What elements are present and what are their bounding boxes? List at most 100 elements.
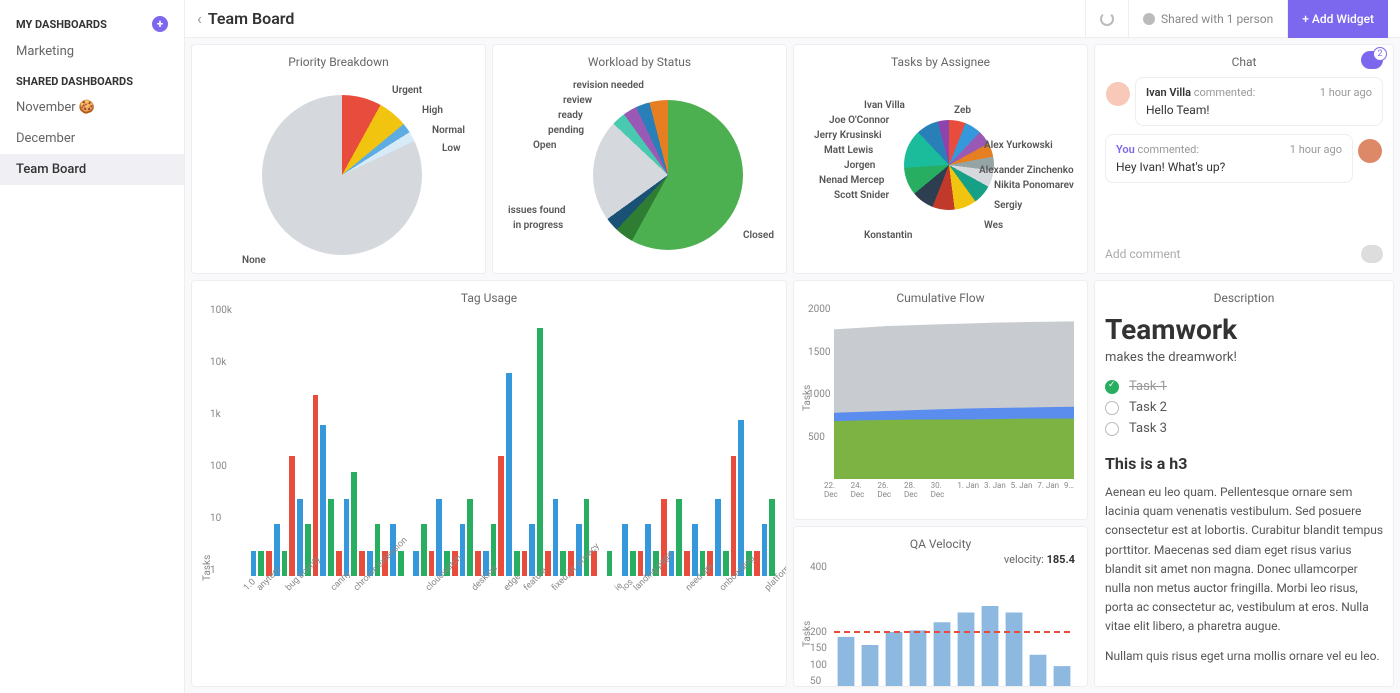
y-tick: 500 [808, 432, 825, 443]
task-row[interactable]: Task 1 [1105, 379, 1383, 394]
bar [498, 456, 504, 576]
x-tick: 3. Jan [984, 481, 1008, 490]
sidebar-item[interactable]: Marketing [0, 36, 184, 67]
chart-label: Open [533, 140, 557, 151]
task-label: Task 3 [1129, 421, 1167, 436]
my-dashboards-label: MY DASHBOARDS [16, 18, 107, 31]
qa-chart [834, 567, 1074, 687]
back-icon[interactable]: ‹ [197, 9, 202, 28]
chat-body: Hey Ivan! What's up? [1116, 160, 1342, 174]
chart-label: in progress [513, 220, 563, 231]
bar [289, 456, 295, 576]
widget-description[interactable]: Description Teamwork makes the dreamwork… [1094, 280, 1394, 687]
bar [738, 420, 744, 576]
y-tick: 2000 [808, 304, 830, 315]
widget-title: Workload by Status [503, 55, 776, 69]
y-tick: 100k [210, 305, 232, 316]
bar [537, 328, 543, 576]
widget-title: Tasks by Assignee [804, 55, 1077, 69]
bar [297, 499, 303, 576]
share-button[interactable]: Shared with 1 person [1128, 0, 1287, 38]
person-icon [1143, 13, 1155, 25]
velocity-display: velocity: 185.4 [1004, 553, 1075, 566]
bar [715, 499, 721, 576]
y-tick: 10k [210, 357, 226, 368]
chat-author: You [1116, 143, 1135, 156]
widget-qa-velocity[interactable]: QA Velocity velocity: 185.4 Tasks 501001… [793, 526, 1088, 687]
bar [506, 373, 512, 576]
bar [630, 551, 636, 576]
refresh-button[interactable] [1085, 0, 1128, 38]
y-tick: 50 [810, 676, 821, 687]
add-widget-button[interactable]: + Add Widget [1287, 0, 1388, 38]
add-dashboard-icon[interactable]: + [152, 16, 168, 32]
chat-icon[interactable]: 2 [1361, 51, 1383, 69]
sidebar-item[interactable]: November 🍪 [0, 92, 184, 123]
description-h3: This is a h3 [1105, 454, 1383, 473]
pie-chart [262, 95, 422, 255]
x-tick: 24. Dec [851, 481, 875, 499]
widget-tag-usage[interactable]: Tag Usage Tasks 1101001k10k100k 1.0anyte… [191, 280, 787, 687]
refresh-icon [1100, 12, 1114, 26]
task-label: Task 2 [1129, 400, 1167, 415]
chart-label: Normal [432, 125, 465, 136]
send-icon[interactable] [1361, 245, 1383, 263]
chart-label: issues found [508, 205, 565, 216]
task-row[interactable]: Task 2 [1105, 400, 1383, 415]
chart-label: ready [558, 110, 583, 121]
widget-workload-by-status[interactable]: Workload by Status Closed in progress issu… [492, 44, 787, 274]
bar [731, 456, 737, 576]
description-paragraph: Aenean eu leo quam. Pellentesque ornare … [1105, 483, 1383, 637]
chart-label: pending [548, 125, 584, 136]
avatar [1106, 82, 1130, 106]
chat-placeholder: Add comment [1105, 247, 1180, 261]
bar [723, 551, 729, 576]
sidebar-item[interactable]: December [0, 123, 184, 154]
task-row[interactable]: Task 3 [1105, 421, 1383, 436]
x-tick: 22. Dec [824, 481, 848, 499]
x-tick: 30. Dec [931, 481, 955, 499]
y-tick: 10 [210, 513, 221, 524]
widget-title: Chat [1105, 55, 1383, 69]
bar [529, 524, 535, 576]
widget-title: Cumulative Flow [804, 291, 1077, 305]
sidebar-item[interactable]: Team Board [0, 154, 184, 185]
chat-action: commented: [1138, 143, 1200, 156]
chart-label: Sergiy [994, 200, 1022, 211]
chat-time: 1 hour ago [1320, 86, 1372, 99]
widget-chat[interactable]: Chat 2 Ivan Villa commented:1 hour ago H… [1094, 44, 1394, 274]
chat-unread-badge: 2 [1373, 47, 1387, 61]
description-heading: Teamwork [1105, 313, 1383, 346]
chart-label: None [242, 255, 266, 266]
x-tick: 9… [1064, 481, 1088, 490]
chat-message: You commented:1 hour ago Hey Ivan! What'… [1105, 134, 1353, 183]
chart-label: Nikita Ponomarev [994, 180, 1074, 191]
chart-label: Zeb [954, 105, 971, 116]
shared-dashboards-label: SHARED DASHBOARDS [16, 75, 133, 88]
bar [436, 499, 442, 576]
topbar: ‹ Team Board Shared with 1 person + Add … [185, 0, 1400, 38]
bar [769, 499, 775, 576]
bar [862, 645, 879, 687]
chart-label: Closed [743, 230, 774, 241]
task-checkbox[interactable] [1105, 401, 1119, 415]
widget-priority-breakdown[interactable]: Priority Breakdown UrgentHighNormalLowNo… [191, 44, 486, 274]
chat-input[interactable]: Add comment [1105, 245, 1383, 263]
task-checkbox[interactable] [1105, 422, 1119, 436]
bar [351, 472, 357, 576]
chat-body: Hello Team! [1146, 103, 1372, 117]
bar [313, 395, 319, 576]
y-tick: 1500 [808, 347, 830, 358]
chat-message: Ivan Villa commented:1 hour ago Hello Te… [1135, 77, 1383, 126]
bar [886, 632, 903, 687]
bar [328, 499, 334, 576]
x-tick: 1. Jan [957, 481, 981, 490]
widget-title: Tag Usage [202, 291, 776, 305]
my-dashboards-header: MY DASHBOARDS + [0, 8, 184, 36]
widget-tasks-by-assignee[interactable]: Tasks by Assignee Ivan VillaJoe O'Connor… [793, 44, 1088, 274]
widget-title: Description [1105, 291, 1383, 305]
widget-cumulative-flow[interactable]: Cumulative Flow Tasks 500100015002000 22… [793, 280, 1088, 520]
bar [622, 524, 628, 576]
content-grid: Priority Breakdown UrgentHighNormalLowNo… [185, 38, 1400, 693]
task-checkbox[interactable] [1105, 380, 1119, 394]
